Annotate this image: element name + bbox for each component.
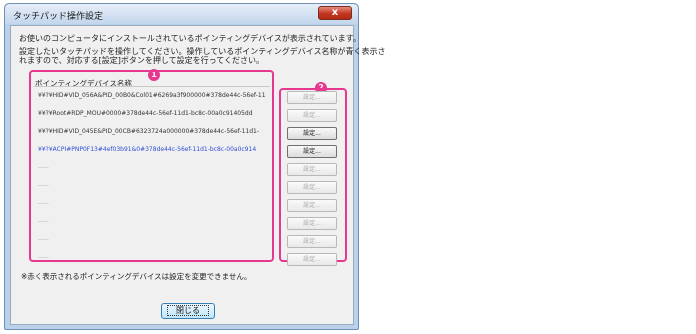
footnote: ※赤く表示されるポインティングデバイスは設定を変更できません。: [21, 272, 252, 281]
device-list: ¥¥?¥HID#VID_056A&PID_00B0&Col01#6269a3f9…: [34, 86, 270, 261]
settings-button[interactable]: 設定...: [287, 181, 337, 194]
window-close-button[interactable]: x: [318, 6, 352, 20]
close-dialog-label: 閉じる: [167, 305, 209, 316]
touchpad-settings-window: タッチパッド操作設定 x お使いのコンピュータにインストールされているポインティ…: [4, 3, 386, 330]
window-title: タッチパッド操作設定: [13, 12, 104, 22]
settings-button[interactable]: 設定...: [287, 199, 337, 212]
intro-message: お使いのコンピュータにインストールされているポインティングデバイスが表示されてい…: [19, 34, 361, 43]
settings-button[interactable]: 設定...: [287, 217, 337, 230]
device-list-item[interactable]: ¥¥?¥HID#VID_056A&PID_00B0&Col01#6269a3f9…: [38, 90, 270, 102]
settings-button[interactable]: 設定...: [287, 127, 337, 140]
device-list-item[interactable]: -----: [38, 162, 270, 174]
dialog-client-area: お使いのコンピュータにインストールされているポインティングデバイスが表示されてい…: [10, 25, 386, 325]
close-icon: x: [331, 7, 339, 18]
settings-button[interactable]: 設定...: [287, 91, 337, 104]
settings-buttons-callout: 設定... 設定... 設定... 設定... 設定... 設定... 設定... 設定...…: [279, 88, 347, 266]
settings-button[interactable]: 設定...: [287, 145, 337, 158]
settings-button[interactable]: 設定...: [287, 253, 337, 266]
device-list-callout: ポインティングデバイス名称 ¥¥?¥HID#VID_056A&PID_00B0&…: [29, 70, 274, 262]
device-list-item[interactable]: -----: [38, 216, 270, 228]
device-list-item[interactable]: -----: [38, 234, 270, 246]
close-dialog-button[interactable]: 閉じる: [161, 303, 215, 319]
settings-button[interactable]: 設定...: [287, 109, 337, 122]
device-list-item[interactable]: -----: [38, 180, 270, 192]
instruction-line-2: れますので、対応する[設定]ボタンを押して設定を行ってください。: [19, 56, 265, 65]
title-bar[interactable]: タッチパッド操作設定 x: [5, 4, 358, 24]
settings-button[interactable]: 設定...: [287, 235, 337, 248]
device-list-item[interactable]: -----: [38, 198, 270, 210]
device-list-item[interactable]: ¥¥?¥Root#RDP_MOU#0000#378de44c-56ef-11d1…: [38, 108, 270, 120]
device-list-item[interactable]: ¥¥?¥ACPI#PNP0F13#4ef03b91&0#378de44c-56e…: [38, 144, 270, 156]
device-list-item[interactable]: ¥¥?¥HID#VID_045E&PID_00CB#6323724a000000…: [38, 126, 270, 138]
settings-button[interactable]: 設定...: [287, 163, 337, 176]
device-list-item[interactable]: -----: [38, 252, 270, 264]
